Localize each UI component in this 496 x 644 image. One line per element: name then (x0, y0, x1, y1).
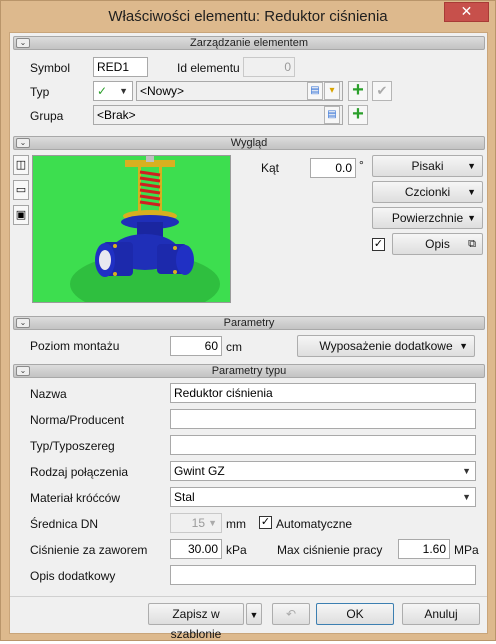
material-value: Stal (174, 490, 195, 504)
angle-input[interactable]: 0.0 (310, 158, 356, 178)
section-title: Wygląd (230, 137, 268, 149)
description-checkbox[interactable]: ✓ (372, 238, 385, 251)
extra-equipment-label: Wyposażenie dodatkowe (319, 339, 453, 353)
name-label: Nazwa (30, 387, 67, 401)
max-pressure-label: Max ciśnienie pracy (277, 543, 383, 557)
section-title: Zarządzanie elementem (189, 37, 308, 49)
pens-button[interactable]: Pisaki ▼ (372, 155, 483, 177)
section-title: Parametry (223, 317, 275, 329)
checkmark-icon: ✔ (376, 83, 388, 98)
undo-icon: ↶ (285, 607, 297, 621)
surfaces-button-label: Powierzchnie (391, 211, 464, 225)
material-select[interactable]: Stal ▼ (170, 487, 476, 507)
chevron-down-icon: ▼ (208, 518, 217, 528)
dropdown-arrow-icon: ▼ (249, 610, 259, 620)
dn-unit: mm (226, 517, 246, 531)
view-3d-icon[interactable]: ◫ (13, 155, 29, 175)
chevron-down-icon: ▼ (119, 86, 128, 96)
collapse-icon[interactable]: ⌄ (16, 138, 30, 148)
mount-level-label: Poziom montażu (30, 339, 120, 353)
auto-label: Automatyczne (276, 517, 353, 531)
undo-button[interactable]: ↶ (272, 603, 310, 625)
material-label: Materiał króćców (30, 491, 121, 505)
angle-label: Kąt (261, 161, 280, 175)
dn-label: Średnica DN (30, 517, 99, 531)
extra-desc-label: Opis dodatkowy (30, 569, 116, 583)
dropdown-arrow-icon: ▼ (467, 187, 476, 197)
add-type-button[interactable]: + (348, 79, 368, 101)
angle-unit: ° (359, 158, 364, 172)
fonts-button-label: Czcionki (404, 185, 451, 199)
type-library-icon[interactable]: ▤ (307, 82, 323, 100)
collapse-icon[interactable]: ⌄ (16, 366, 30, 376)
collapse-icon[interactable]: ⌄ (16, 318, 30, 328)
chevron-down-icon: ▼ (462, 466, 471, 476)
section-title: Parametry typu (211, 365, 287, 377)
surfaces-button[interactable]: Powierzchnie ▼ (372, 207, 483, 229)
dropdown-arrow-icon: ▼ (459, 341, 468, 351)
connection-label: Rodzaj połączenia (30, 465, 129, 479)
save-template-menu-button[interactable]: ▼ (246, 603, 262, 625)
mount-level-unit: cm (226, 340, 242, 354)
group-library-icon[interactable]: ▤ (324, 106, 340, 124)
standard-label: Norma/Producent (30, 413, 125, 427)
series-label: Typ/Typoszereg (30, 439, 115, 453)
dropdown-arrow-icon: ▼ (467, 213, 476, 223)
dropdown-arrow-icon: ▼ (467, 161, 476, 171)
window-title: Właściwości elementu: Reduktor ciśnienia (108, 8, 388, 25)
type-edit-icon[interactable]: ▾ (324, 82, 340, 100)
add-group-button[interactable]: + (348, 103, 368, 125)
type-label: Typ (30, 85, 50, 99)
chevron-down-icon: ▼ (462, 492, 471, 502)
apply-type-button[interactable]: ✔ (372, 81, 392, 101)
type-status-dropdown[interactable]: ✓ ▼ (93, 81, 133, 101)
ok-button[interactable]: OK (316, 603, 394, 625)
dn-select: 15 ▼ (170, 513, 222, 533)
max-pressure-unit: MPa (454, 543, 479, 557)
name-input[interactable]: Reduktor ciśnienia (170, 383, 476, 403)
connection-select[interactable]: Gwint GZ ▼ (170, 461, 476, 481)
id-label: Id elementu (177, 61, 240, 75)
check-icon: ✓ (97, 84, 108, 98)
footer-divider (10, 596, 487, 597)
pressure-after-label: Ciśnienie za zaworem (30, 543, 148, 557)
section-parameters-header[interactable]: ⌄ Parametry (13, 316, 485, 330)
collapse-icon[interactable]: ⌄ (16, 38, 30, 48)
save-template-button[interactable]: Zapisz w szablonie (148, 603, 244, 641)
description-button-label: Opis (425, 237, 450, 251)
section-management-header[interactable]: ⌄ Zarządzanie elementem (13, 36, 485, 50)
dialog-client: ⌄ Zarządzanie elementem Symbol RED1 Id e… (9, 32, 488, 641)
mount-level-input[interactable]: 60 (170, 336, 222, 356)
plus-icon: + (352, 103, 364, 125)
pressure-after-input[interactable]: 30.00 (170, 539, 222, 559)
close-button[interactable]: ✕ (444, 2, 489, 22)
group-input[interactable]: <Brak> (93, 105, 343, 125)
plus-icon: + (352, 79, 364, 101)
symbol-input[interactable]: RED1 (93, 57, 148, 77)
auto-checkbox[interactable]: ✓ (259, 516, 272, 529)
fonts-button[interactable]: Czcionki ▼ (372, 181, 483, 203)
standard-input[interactable] (170, 409, 476, 429)
section-appearance-header[interactable]: ⌄ Wygląd (13, 136, 485, 150)
popout-icon: ⧉ (468, 238, 476, 250)
max-pressure-input[interactable]: 1.60 (398, 539, 450, 559)
id-input: 0 (243, 57, 295, 77)
series-input[interactable] (170, 435, 476, 455)
pressure-after-unit: kPa (226, 543, 247, 557)
extra-equipment-button[interactable]: Wyposażenie dodatkowe ▼ (297, 335, 475, 357)
group-label: Grupa (30, 109, 64, 123)
section-type-parameters-header[interactable]: ⌄ Parametry typu (13, 364, 485, 378)
dn-value: 15 (191, 516, 205, 530)
valve-illustration (70, 156, 220, 302)
extra-desc-input[interactable] (170, 565, 476, 585)
connection-value: Gwint GZ (174, 464, 225, 478)
properties-window: Właściwości elementu: Reduktor ciśnienia… (0, 0, 496, 641)
element-preview (32, 155, 231, 303)
view-box-icon[interactable]: ▣ (13, 205, 29, 225)
cancel-button[interactable]: Anuluj (402, 603, 480, 625)
view-2d-icon[interactable]: ▭ (13, 180, 29, 200)
description-button[interactable]: Opis ⧉ (392, 233, 483, 255)
pens-button-label: Pisaki (411, 159, 444, 173)
symbol-label: Symbol (30, 61, 71, 75)
